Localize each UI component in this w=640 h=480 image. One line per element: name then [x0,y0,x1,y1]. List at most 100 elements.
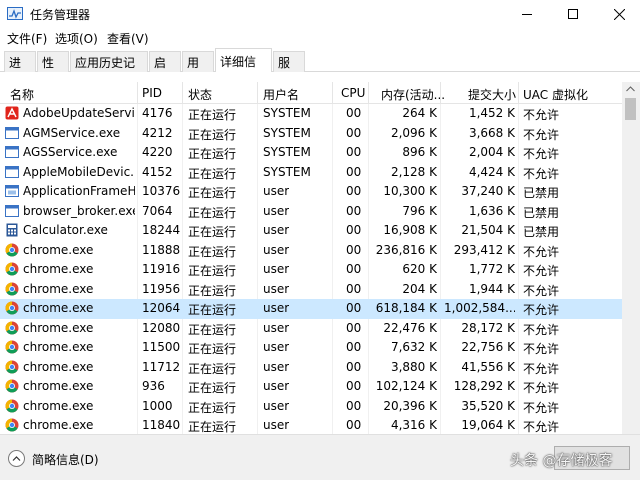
title-bar: 任务管理器 [0,0,640,28]
tab-details[interactable]: 详细信息 [215,48,272,86]
column-divider[interactable] [257,82,258,104]
table-row[interactable]: AGSService.exe 4220 正在运行 SYSTEM 00 896 K 2,004… [0,143,622,163]
fewer-details-link[interactable]: 简略信息(D) [32,451,99,468]
process-name: chrome.exe [23,262,94,276]
chrome-icon [5,321,19,335]
tab-services[interactable]: 服务 [273,51,305,87]
column-header-pid[interactable]: PID [142,86,162,100]
table-row[interactable]: chrome.exe 11712 正在运行 user 00 3,880 K 41,556 K… [0,358,622,378]
tab-app-history[interactable]: 应用历史记录 [70,51,148,87]
menu-view[interactable]: 查看(V) [104,30,152,47]
chrome-icon [5,379,19,393]
maximize-icon[interactable] [550,0,596,28]
process-uac: 不允许 [523,361,560,376]
process-status: 正在运行 [188,186,237,200]
column-header-status[interactable]: 状态 [188,86,212,103]
scroll-up-arrow-icon[interactable] [626,86,635,92]
process-commit-size: 4,424 K [468,164,515,179]
column-header-memory[interactable]: 内存(活动... [381,86,445,103]
process-status: 正在运行 [188,303,237,317]
process-cpu: 00 [346,379,362,393]
column-divider[interactable] [368,82,369,104]
column-divider[interactable] [332,82,333,104]
column-header-uac[interactable]: UAC 虚拟化 [523,86,588,103]
process-memory: 7,632 K [390,340,437,354]
close-icon[interactable] [596,0,640,28]
process-uac: 不允许 [523,342,560,356]
table-row[interactable]: chrome.exe 11840 正在运行 user 00 4,316 K 19,064 K… [0,416,622,434]
adobe-icon [5,106,19,120]
column-header-cpu[interactable]: CPU [341,86,365,100]
process-name: chrome.exe [23,301,94,315]
table-row[interactable]: chrome.exe 12080 正在运行 user 00 22,476 K 28,172 … [0,319,622,339]
process-cpu: 00 [346,164,362,179]
table-row[interactable]: chrome.exe 12064 正在运行 user 00 618,184 K 1,002,… [0,299,622,319]
column-divider[interactable] [137,82,138,104]
table-row[interactable]: ApplicationFrameH... 10376 正在运行 user 00 10,30… [0,182,622,202]
collapse-details-button[interactable] [8,450,25,467]
process-name: browser_broker.exe [23,203,135,218]
process-username: user [263,203,290,218]
column-header-name[interactable]: 名称 [10,86,34,103]
table-row[interactable]: chrome.exe 11500 正在运行 user 00 7,632 K 22,756 K… [0,338,622,358]
table-row[interactable]: chrome.exe 936 正在运行 user 00 102,124 K 128,292 … [0,377,622,397]
process-cpu: 00 [346,203,362,218]
process-name: chrome.exe [23,340,94,354]
process-uac: 不允许 [523,244,560,259]
process-memory: 204 K [402,281,437,296]
table-row[interactable]: Calculator.exe 18244 正在运行 user 00 16,908 K 21,… [0,221,622,241]
column-divider[interactable] [440,82,441,104]
table-row[interactable]: AGMService.exe 4212 正在运行 SYSTEM 00 2,096 K 3,6… [0,124,622,144]
process-memory: 22,476 K [383,320,437,335]
tab-users[interactable]: 用户 [182,51,214,87]
process-pid: 11500 [142,340,181,354]
table-row[interactable]: AdobeUpdateServi... 4176 正在运行 SYSTEM 00 264 K… [0,104,622,124]
process-cpu: 00 [346,340,362,354]
process-username: user [263,242,290,257]
watermark-text: 头条 @存储极客 [510,453,613,469]
process-username: user [263,359,290,374]
process-uac: 不允许 [523,322,560,337]
menu-options[interactable]: 选项(O) [52,30,101,47]
service-exe-icon [5,165,19,179]
vertical-scrollbar[interactable] [622,82,640,434]
column-header-username[interactable]: 用户名 [263,86,299,103]
table-row[interactable]: AppleMobileDevic... 4152 正在运行 SYSTEM 00 2,128… [0,163,622,183]
process-memory: 10,300 K [383,184,437,198]
process-username: user [263,398,290,413]
process-commit-size: 41,556 K [461,359,515,374]
process-uac: 不允许 [523,381,560,395]
table-row[interactable]: chrome.exe 11956 正在运行 user 00 204 K 1,944 K 不允许 [0,280,622,300]
column-divider[interactable] [182,82,183,104]
process-cpu: 00 [346,398,362,413]
table-row[interactable]: browser_broker.exe 7064 正在运行 user 00 796 K 1,6… [0,202,622,222]
process-username: SYSTEM [263,106,311,120]
scrollbar-thumb[interactable] [625,98,636,120]
process-memory: 3,880 K [390,359,437,374]
tab-processes[interactable]: 进程 [4,51,36,87]
minimize-icon[interactable] [504,0,550,28]
process-cpu: 00 [346,184,362,198]
table-row[interactable]: chrome.exe 11888 正在运行 user 00 236,816 K 293,41… [0,241,622,261]
process-name: Calculator.exe [23,223,108,237]
footer-bar: 简略信息(D) 头条 @存储极客 [0,434,640,480]
process-pid: 12064 [142,301,181,315]
process-status: 正在运行 [188,147,237,161]
process-uac: 不允许 [523,147,560,161]
menu-file[interactable]: 文件(F) [4,30,50,47]
process-username: user [263,340,290,354]
tab-startup[interactable]: 启动 [149,51,181,87]
calculator-icon [5,223,19,237]
table-row[interactable]: chrome.exe 11916 正在运行 user 00 620 K 1,772 K 不允许 [0,260,622,280]
process-commit-size: 35,520 K [461,398,515,413]
process-status: 正在运行 [188,264,237,278]
process-pid: 4176 [142,106,173,120]
process-memory: 2,096 K [390,125,437,140]
chrome-icon [5,418,19,432]
process-details-table: 名称 PID 状态 用户名 CPU 内存(活动... 提交大小 UAC 虚拟化 … [0,72,640,434]
process-rows: AdobeUpdateServi... 4176 正在运行 SYSTEM 00 264 K… [0,104,622,434]
table-row[interactable]: chrome.exe 1000 正在运行 user 00 20,396 K 35,520 K… [0,397,622,417]
tab-performance[interactable]: 性能 [37,51,69,87]
column-header-commit-size[interactable]: 提交大小 [468,86,516,103]
column-divider[interactable] [518,82,519,104]
